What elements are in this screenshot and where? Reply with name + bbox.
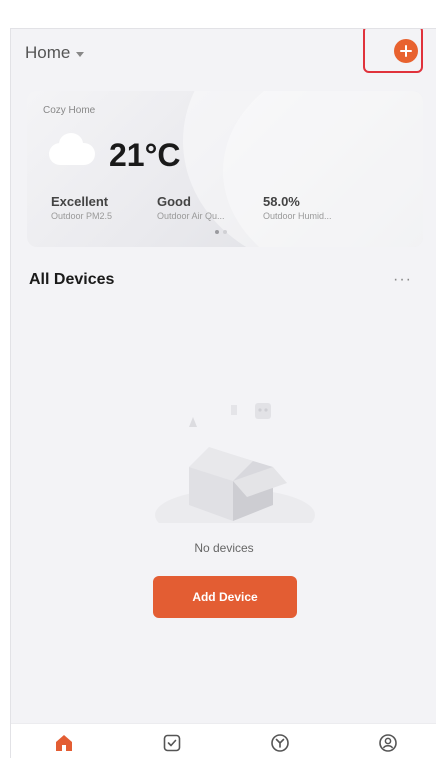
metric-value: Excellent: [51, 194, 109, 209]
app-screen: Home Cozy Home 21°C Excellent Outdoor PM…: [10, 28, 436, 758]
metric-air-quality: Good Outdoor Air Qu...: [157, 194, 225, 221]
metric-label: Outdoor Humid...: [263, 211, 332, 221]
scene-check-icon[interactable]: [161, 732, 183, 754]
weather-card[interactable]: Cozy Home 21°C Excellent Outdoor PM2.5 G…: [27, 91, 423, 247]
page-dot: [223, 230, 227, 234]
section-title: All Devices: [29, 271, 115, 288]
metric-value: 58.0%: [263, 194, 300, 209]
smart-icon[interactable]: [269, 732, 291, 754]
card-decoration: [223, 91, 423, 247]
caret-down-icon: [76, 51, 85, 57]
home-name: Cozy Home: [43, 105, 96, 116]
metric-pm25: Excellent Outdoor PM2.5: [51, 194, 112, 221]
metric-humidity: 58.0% Outdoor Humid...: [263, 194, 332, 221]
metric-value: Good: [157, 194, 191, 209]
header: Home: [11, 29, 436, 77]
home-selector[interactable]: Home: [25, 43, 85, 63]
empty-state-text: No devices: [194, 541, 254, 555]
page-dot-active: [215, 230, 219, 234]
cloud-icon: [49, 133, 95, 165]
metric-label: Outdoor PM2.5: [51, 211, 113, 221]
metric-label: Outdoor Air Qu...: [157, 211, 225, 221]
add-plus-button[interactable]: [394, 39, 418, 63]
page-indicator: [215, 230, 227, 234]
temperature: 21°C: [109, 137, 181, 173]
more-options-button[interactable]: ···: [393, 271, 412, 289]
home-icon[interactable]: [53, 732, 75, 754]
add-device-button[interactable]: Add Device: [153, 576, 297, 618]
home-title: Home: [25, 43, 71, 62]
empty-box-illustration: [155, 403, 315, 523]
profile-icon[interactable]: [377, 732, 399, 754]
bottom-tab-bar: [11, 723, 436, 758]
